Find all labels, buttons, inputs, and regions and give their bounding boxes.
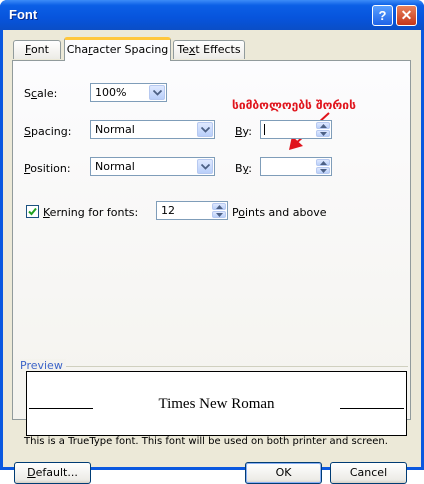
spin-up-icon[interactable]	[316, 159, 330, 166]
scale-dropdown-button[interactable]	[149, 85, 165, 100]
tab-cs-label: acter Spacing	[92, 43, 169, 56]
default-button[interactable]: Default...	[14, 462, 91, 484]
points-and-above-label: Points and above	[232, 206, 327, 219]
kerning-size-spinner[interactable]	[212, 203, 226, 218]
spin-up-icon[interactable]	[212, 203, 226, 210]
scale-label: Scale:	[24, 87, 58, 100]
position-dropdown-button[interactable]	[197, 159, 213, 174]
close-button[interactable]: ✕	[396, 5, 417, 26]
scale-dropdown[interactable]: 100%	[90, 83, 167, 102]
text-caret	[264, 124, 265, 135]
window-title: Font	[9, 7, 38, 22]
spin-down-icon[interactable]	[212, 211, 226, 218]
spacing-by-input[interactable]	[260, 120, 332, 139]
position-dropdown[interactable]: Normal	[90, 157, 215, 176]
spacing-by-spinner[interactable]	[316, 122, 330, 137]
cancel-button[interactable]: Cancel	[330, 462, 407, 484]
ok-button[interactable]: OK	[245, 462, 322, 484]
tab-character-spacing[interactable]: Character Spacing	[64, 37, 171, 61]
kerning-label[interactable]: Kerning for fonts:	[43, 206, 138, 219]
kerning-checkbox[interactable]	[26, 205, 39, 218]
spacing-value: Normal	[95, 123, 135, 136]
scale-value: 100%	[95, 86, 127, 99]
dialog-client-area: Font Character Spacing Text Effects Scal…	[3, 30, 421, 484]
tab-te-label-pre: Te	[177, 43, 189, 56]
preview-box: Times New Roman	[26, 371, 407, 436]
tab-font[interactable]: Font	[13, 40, 61, 59]
spacing-label: Spacing:	[24, 125, 72, 138]
font-info-text: This is a TrueType font. This font will …	[24, 436, 388, 447]
position-by-input[interactable]	[260, 157, 332, 176]
position-by-spinner[interactable]	[316, 159, 330, 174]
spin-up-icon[interactable]	[316, 122, 330, 129]
tab-te-label: t Effects	[195, 43, 241, 56]
checkmark-icon	[28, 207, 37, 216]
kerning-size-value: 12	[161, 204, 175, 217]
tab-cs-label-pre: Cha	[66, 43, 89, 56]
tab-text-effects[interactable]: Text Effects	[173, 40, 245, 59]
spin-down-icon[interactable]	[316, 167, 330, 174]
chevron-down-icon	[201, 164, 210, 170]
chevron-down-icon	[201, 127, 210, 133]
spacing-dropdown-button[interactable]	[197, 122, 213, 137]
preview-sample-text: Times New Roman	[158, 396, 275, 412]
chevron-down-icon	[153, 90, 162, 96]
help-button[interactable]: ?	[372, 5, 393, 26]
spin-down-icon[interactable]	[316, 130, 330, 137]
position-label: Position:	[24, 162, 71, 175]
spacing-dropdown[interactable]: Normal	[90, 120, 215, 139]
font-dialog-window: Font ? ✕ Font Character Spacing Text Eff…	[0, 0, 424, 484]
position-value: Normal	[95, 160, 135, 173]
help-icon: ?	[378, 8, 387, 23]
kerning-size-input[interactable]: 12	[156, 201, 228, 220]
spacing-by-label: By:	[235, 125, 252, 138]
position-by-label: By:	[235, 162, 252, 175]
close-icon: ✕	[400, 7, 413, 23]
tab-font-label: ont	[30, 43, 49, 56]
preview-separator	[20, 366, 408, 367]
title-bar[interactable]: Font ? ✕	[0, 0, 424, 30]
